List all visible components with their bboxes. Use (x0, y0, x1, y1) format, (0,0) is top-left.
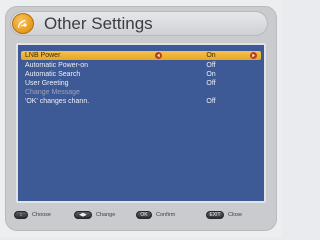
menu-item-label: 'OK' changes chann. (25, 98, 90, 105)
menu-item-value: Off (206, 62, 216, 69)
hint-label: Choose (32, 212, 51, 218)
menu-item-label: Change Message (25, 89, 80, 96)
page-title: Other Settings (44, 14, 153, 33)
other-settings-window: Other Settings LNB Power On Automatic Po… (5, 6, 277, 231)
menu-item-label: Automatic Power-on (25, 62, 89, 69)
menu-item-lnb-power[interactable]: LNB Power On (21, 51, 261, 60)
key-hints-bar: ↕ Choose ◀▶ Change OK Confirm EXIT Close (6, 207, 276, 223)
title-bar: Other Settings (10, 11, 268, 36)
up-down-key-icon: ↕ (14, 211, 28, 219)
menu-item-value: Off (206, 98, 216, 105)
menu-item-automatic-power-on[interactable]: Automatic Power-on Off (21, 61, 261, 70)
menu-item-value: On (206, 71, 216, 78)
hint-label: Close (228, 212, 243, 218)
menu-item-user-greeting[interactable]: User Greeting Off (21, 79, 261, 88)
hint-label: Change (96, 212, 116, 218)
menu-item-change-message: Change Message (21, 88, 261, 97)
tv-osd-screen: Other Settings LNB Power On Automatic Po… (0, 0, 282, 237)
menu-item-label: LNB Power (25, 52, 61, 59)
left-right-key-icon: ◀▶ (74, 211, 92, 219)
settings-menu: LNB Power On Automatic Power-on Off Auto… (16, 43, 266, 203)
arrow-left-icon[interactable] (155, 52, 162, 59)
exit-key-icon: EXIT (206, 211, 224, 219)
satellite-dish-icon (12, 13, 34, 34)
ok-key-icon: OK (136, 211, 152, 219)
arrow-right-icon[interactable] (250, 52, 257, 59)
menu-item-value: Off (206, 80, 216, 87)
hint-label: Confirm (156, 212, 176, 218)
menu-item-label: User Greeting (25, 80, 69, 87)
menu-item-value: On (206, 52, 216, 59)
menu-item-automatic-search[interactable]: Automatic Search On (21, 70, 261, 79)
menu-item-label: Automatic Search (25, 71, 81, 78)
menu-item-ok-changes-channel[interactable]: 'OK' changes chann. Off (21, 97, 261, 106)
